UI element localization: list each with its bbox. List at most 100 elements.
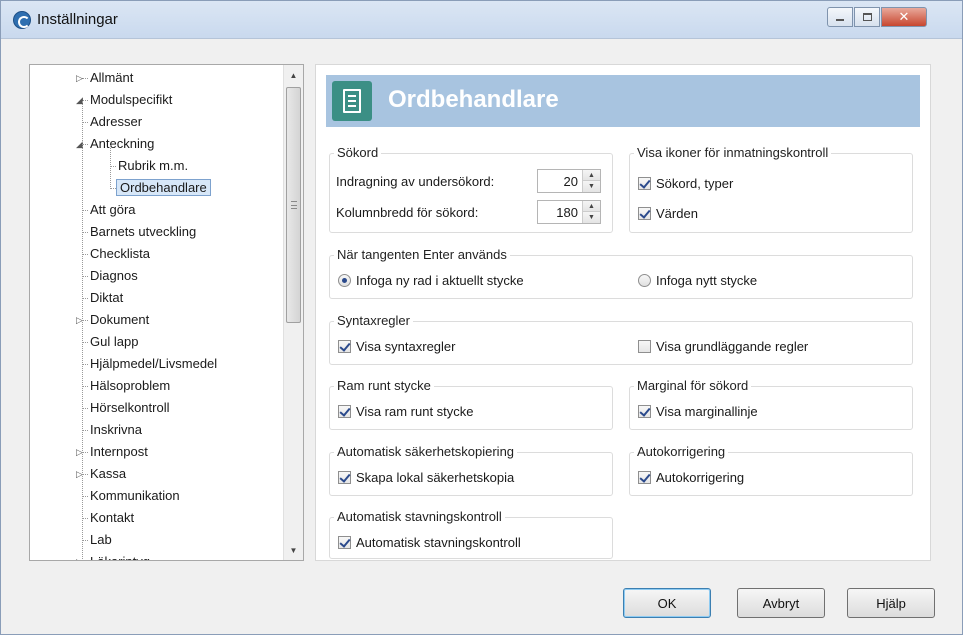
tree-item[interactable]: Hjälpmedel/Livsmedel xyxy=(82,354,219,374)
column-width-label: Kolumnbredd för sökord: xyxy=(336,205,479,220)
checkbox-icon[interactable] xyxy=(638,207,651,220)
scroll-down-arrow-icon[interactable]: ▼ xyxy=(284,541,303,559)
stavningskontroll-checkbox[interactable]: Automatisk stavningskontroll xyxy=(338,535,521,550)
tree-item-label: Diktat xyxy=(90,290,124,305)
marginal-group: Marginal för sökord Visa marginallinje xyxy=(629,378,913,430)
scrollbar-thumb[interactable] xyxy=(286,87,301,323)
checkbox-icon[interactable] xyxy=(638,340,651,353)
sokord-typer-checkbox[interactable]: Sökord, typer xyxy=(638,176,733,191)
app-icon xyxy=(13,11,31,29)
checkbox-label: Visa syntaxregler xyxy=(356,339,456,354)
stavning-group: Automatisk stavningskontroll Automatisk … xyxy=(329,509,613,559)
indent-stepper[interactable]: 20 ▲ ▼ xyxy=(537,169,601,193)
expand-arrow-icon[interactable]: ▷ xyxy=(76,442,86,462)
title-bar[interactable]: Inställningar ✕ xyxy=(1,1,962,39)
skapa-sakerhetskopia-checkbox[interactable]: Skapa lokal säkerhetskopia xyxy=(338,470,514,485)
checkbox-label: Autokorrigering xyxy=(656,470,745,485)
tree-item[interactable]: Rubrik m.m. xyxy=(110,156,190,176)
spin-down-icon[interactable]: ▼ xyxy=(583,212,600,223)
tree-item-label: Allmänt xyxy=(90,70,134,85)
tree-item[interactable]: Kommunikation xyxy=(82,486,182,506)
checkbox-icon[interactable] xyxy=(638,177,651,190)
maximize-button[interactable] xyxy=(854,7,880,27)
column-width-value: 180 xyxy=(556,205,578,220)
tree-item[interactable]: Gul lapp xyxy=(82,332,140,352)
checkbox-icon[interactable] xyxy=(638,405,651,418)
help-button[interactable]: Hjälp xyxy=(847,588,935,618)
checkbox-icon[interactable] xyxy=(638,471,651,484)
checkbox-icon[interactable] xyxy=(338,536,351,549)
backup-group: Automatisk säkerhetskopiering Skapa loka… xyxy=(329,444,613,496)
expand-arrow-icon[interactable]: ▷ xyxy=(76,552,86,560)
tree-item[interactable]: Att göra xyxy=(82,200,138,220)
visa-grundlaggande-regler-checkbox[interactable]: Visa grundläggande regler xyxy=(638,339,808,354)
tree-item[interactable]: ▷ Dokument xyxy=(76,310,151,330)
tree-item[interactable]: Checklista xyxy=(82,244,152,264)
tree-item[interactable]: ▷ Allmänt xyxy=(76,68,135,88)
sokord-group: Sökord Indragning av undersökord: 20 ▲ ▼ … xyxy=(329,145,613,233)
grip-icon xyxy=(291,201,297,209)
radio-icon[interactable] xyxy=(338,274,351,287)
autokorrigering-checkbox[interactable]: Autokorrigering xyxy=(638,470,744,485)
tree-item[interactable]: Diagnos xyxy=(82,266,140,286)
maximize-icon xyxy=(862,13,872,21)
tree-item[interactable]: ◢ Modulspecifikt xyxy=(76,90,174,110)
checkbox-label: Visa grundläggande regler xyxy=(656,339,809,354)
infoga-nytt-stycke-radio[interactable]: Infoga nytt stycke xyxy=(638,273,757,288)
tree-item-label: Ordbehandlare xyxy=(116,179,211,196)
spin-up-icon[interactable]: ▲ xyxy=(583,201,600,212)
checkbox-label: Skapa lokal säkerhetskopia xyxy=(356,470,515,485)
tree-item[interactable]: Hälsoproblem xyxy=(82,376,172,396)
group-label: Automatisk stavningskontroll xyxy=(334,509,505,524)
tree-item[interactable]: ▷Läkarintyg xyxy=(76,552,152,560)
visa-marginallinje-checkbox[interactable]: Visa marginallinje xyxy=(638,404,758,419)
column-width-stepper[interactable]: 180 ▲ ▼ xyxy=(537,200,601,224)
tree-item[interactable]: Lab xyxy=(82,530,114,550)
checkbox-icon[interactable] xyxy=(338,405,351,418)
expand-arrow-icon[interactable]: ▷ xyxy=(76,310,86,330)
tree-item[interactable]: ▷ Internpost xyxy=(76,442,150,462)
tree-item[interactable]: ◢ Anteckning xyxy=(76,134,156,154)
tree-item-label: Inskrivna xyxy=(90,422,143,437)
visa-syntaxregler-checkbox[interactable]: Visa syntaxregler xyxy=(338,339,455,354)
checkbox-label: Visa ram runt stycke xyxy=(356,404,474,419)
scroll-up-arrow-icon[interactable]: ▲ xyxy=(284,66,303,84)
settings-tree[interactable]: ▷ Allmänt ◢ Modulspecifikt Adresser ◢ Anteckni… xyxy=(29,64,304,561)
expand-arrow-icon[interactable]: ▷ xyxy=(76,68,86,88)
ok-button[interactable]: OK xyxy=(623,588,711,618)
group-label: När tangenten Enter används xyxy=(334,247,510,262)
visa-ram-checkbox[interactable]: Visa ram runt stycke xyxy=(338,404,474,419)
varden-checkbox[interactable]: Värden xyxy=(638,206,698,221)
close-button[interactable]: ✕ xyxy=(881,7,927,27)
spin-down-icon[interactable]: ▼ xyxy=(583,181,600,192)
tree-item[interactable]: ▷ Kassa xyxy=(76,464,128,484)
radio-label: Infoga ny rad i aktuellt stycke xyxy=(356,273,524,288)
checkbox-icon[interactable] xyxy=(338,471,351,484)
tree-item[interactable]: Barnets utveckling xyxy=(82,222,198,242)
expand-arrow-icon[interactable]: ▷ xyxy=(76,464,86,484)
collapse-arrow-icon[interactable]: ◢ xyxy=(76,90,86,110)
tree-item[interactable]: Diktat xyxy=(82,288,125,308)
checkbox-icon[interactable] xyxy=(338,340,351,353)
tree-item[interactable]: Kontakt xyxy=(82,508,136,528)
minimize-button[interactable] xyxy=(827,7,853,27)
tree-guide-line xyxy=(110,145,111,189)
tree-item[interactable]: Adresser xyxy=(82,112,144,132)
cancel-button[interactable]: Avbryt xyxy=(737,588,825,618)
tree-item[interactable]: Ordbehandlare xyxy=(110,178,211,198)
tree-item-label: Kommunikation xyxy=(90,488,180,503)
group-label: Sökord xyxy=(334,145,382,160)
collapse-arrow-icon[interactable]: ◢ xyxy=(76,134,86,154)
spin-up-icon[interactable]: ▲ xyxy=(583,170,600,181)
settings-window: Inställningar ✕ ▷ Allmänt ◢ Modulspecifikt A… xyxy=(0,0,963,635)
tree-item-label: Dokument xyxy=(90,312,150,327)
indent-value: 20 xyxy=(563,174,578,189)
tree-item[interactable]: Hörselkontroll xyxy=(82,398,171,418)
indent-label: Indragning av undersökord: xyxy=(336,174,495,189)
tree-item-label: Rubrik m.m. xyxy=(118,158,189,173)
infoga-ny-rad-radio[interactable]: Infoga ny rad i aktuellt stycke xyxy=(338,273,524,288)
tree-scrollbar[interactable]: ▲ ▼ xyxy=(283,65,303,560)
tree-item[interactable]: Inskrivna xyxy=(82,420,144,440)
radio-icon[interactable] xyxy=(638,274,651,287)
section-header: Ordbehandlare xyxy=(326,75,920,127)
